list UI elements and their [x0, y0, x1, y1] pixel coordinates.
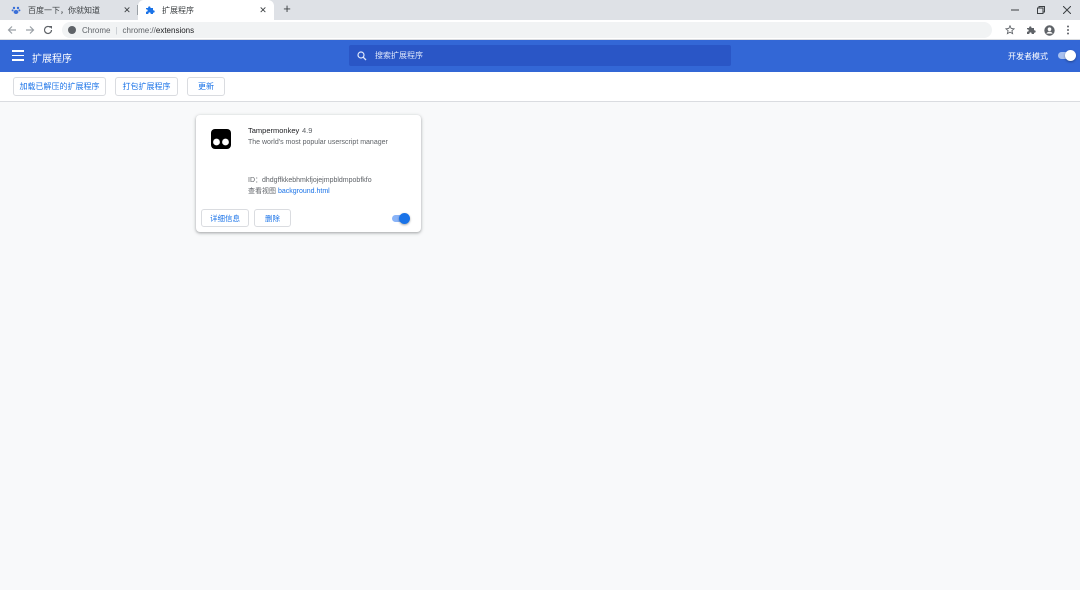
search-bar[interactable]	[349, 45, 731, 66]
search-input[interactable]	[375, 47, 731, 64]
tab-title: 扩展程序	[162, 5, 194, 15]
details-button[interactable]: 详细信息	[201, 209, 249, 227]
tampermonkey-logo-icon	[210, 128, 232, 150]
inspect-views-label: 查看视图	[248, 188, 276, 195]
remove-button[interactable]: 删除	[254, 209, 291, 227]
address-scheme: chrome://	[122, 25, 156, 35]
forward-arrow-icon[interactable]	[23, 23, 37, 37]
new-tab-icon[interactable]: +	[280, 2, 294, 16]
extensions-header: 扩展程序 开发者模式	[0, 40, 1080, 72]
card-divider	[196, 204, 421, 205]
star-icon[interactable]	[1003, 23, 1017, 37]
extension-id-label: ID：	[248, 177, 262, 184]
developer-toolbar: 加载已解压的扩展程序 打包扩展程序 更新	[0, 72, 1080, 102]
extension-id-row: ID：dhdgffkkebhmkfjojejmpbldmpobfkfo	[248, 175, 372, 185]
reload-icon[interactable]	[41, 23, 55, 37]
extensions-puzzle-icon[interactable]	[1024, 23, 1038, 37]
puzzle-icon	[144, 4, 156, 16]
tab-close-icon[interactable]: ✕	[120, 3, 134, 17]
address-chip: Chrome	[82, 25, 111, 35]
address-separator: |	[115, 25, 118, 35]
tab-strip: 百度一下，你就知道 ✕ 扩展程序 ✕ +	[0, 0, 1080, 20]
tab-title: 百度一下，你就知道	[28, 5, 100, 15]
back-arrow-icon[interactable]	[5, 23, 19, 37]
extension-name: Tampermonkey	[248, 126, 300, 135]
tab-close-icon[interactable]: ✕	[256, 3, 270, 17]
tab-baidu[interactable]: 百度一下，你就知道 ✕	[4, 0, 138, 20]
more-menu-icon[interactable]	[1061, 23, 1075, 37]
tab-extensions[interactable]: 扩展程序 ✕	[138, 0, 274, 20]
extension-enable-toggle[interactable]	[392, 213, 410, 224]
extension-description: The world's most popular userscript mana…	[248, 139, 388, 146]
browser-toolbar: Chrome | chrome://extensions	[0, 20, 1080, 40]
update-button[interactable]: 更新	[187, 77, 225, 96]
chrome-page-icon	[68, 26, 76, 34]
load-unpacked-button[interactable]: 加载已解压的扩展程序	[13, 77, 106, 96]
hamburger-menu-icon[interactable]	[12, 50, 24, 62]
baidu-paw-icon	[10, 4, 22, 16]
extension-card: Tampermonkey 4.9 The world's most popula…	[196, 115, 421, 232]
dev-mode-label: 开发者模式	[1008, 52, 1048, 61]
extension-id-value: dhdgffkkebhmkfjojejmpbldmpobfkfo	[262, 177, 372, 184]
extension-version: 4.9	[302, 126, 313, 135]
page-title: 扩展程序	[32, 54, 72, 65]
background-page-link[interactable]: background.html	[278, 188, 330, 195]
address-path: extensions	[155, 25, 195, 35]
dev-mode-toggle[interactable]	[1058, 50, 1076, 61]
search-icon	[356, 50, 368, 62]
close-icon[interactable]	[1054, 0, 1080, 20]
minimize-icon[interactable]	[1002, 0, 1028, 20]
inspect-views-row: 查看视图 background.html	[248, 186, 330, 196]
profile-avatar-icon[interactable]	[1042, 23, 1056, 37]
restore-icon[interactable]	[1028, 0, 1054, 20]
pack-extension-button[interactable]: 打包扩展程序	[115, 77, 178, 96]
address-bar[interactable]: Chrome | chrome://extensions	[62, 22, 992, 38]
